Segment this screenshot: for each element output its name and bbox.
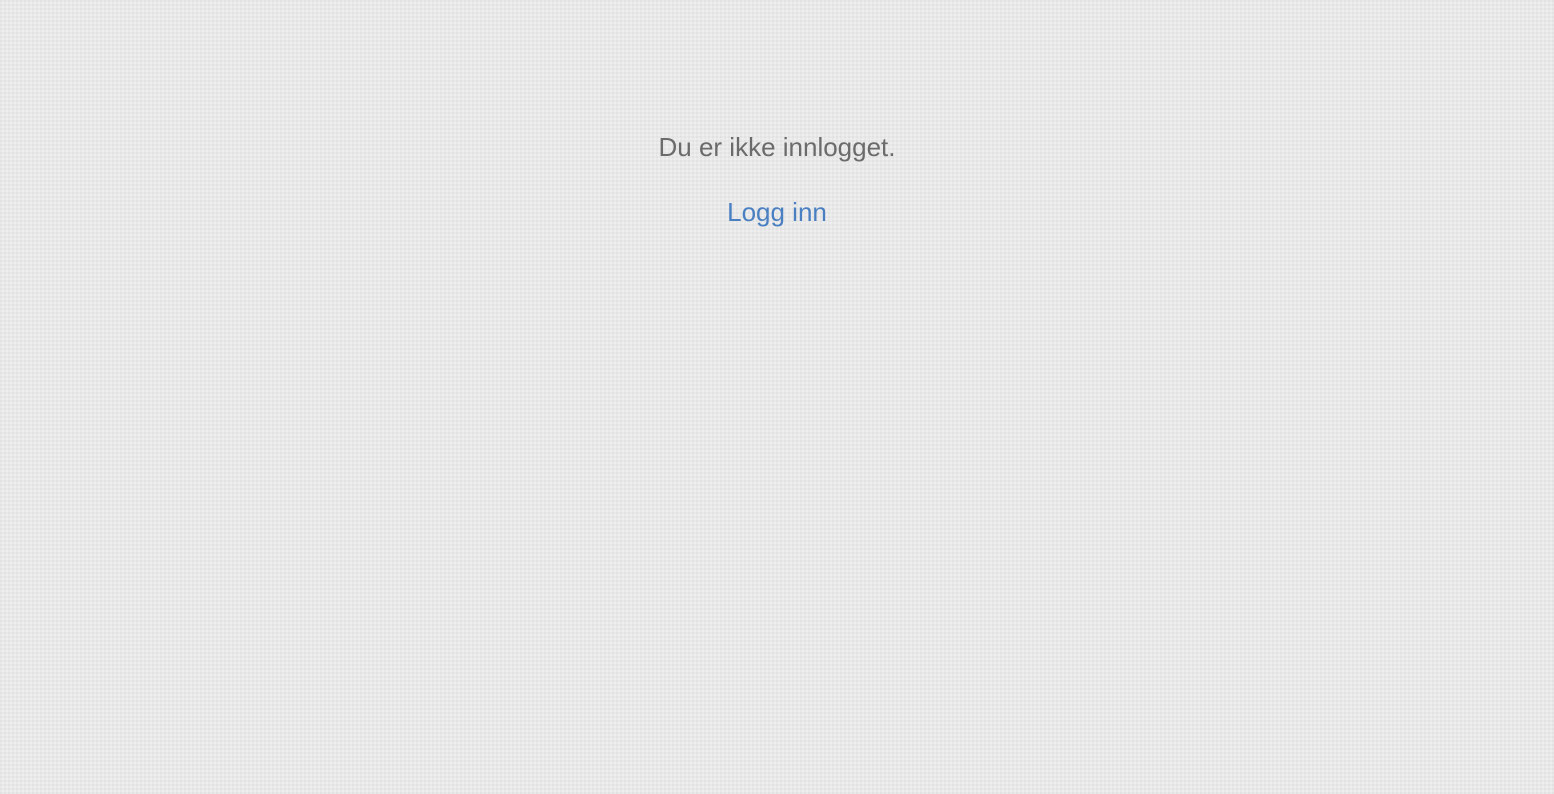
not-logged-in-message: Du er ikke innlogget. [658,132,896,162]
login-link[interactable]: Logg inn [727,195,827,229]
page: { "notice": { "message": "Du er ikke inn… [0,0,1554,794]
not-logged-in-notice: Du er ikke innlogget. Logg inn [0,130,1554,229]
